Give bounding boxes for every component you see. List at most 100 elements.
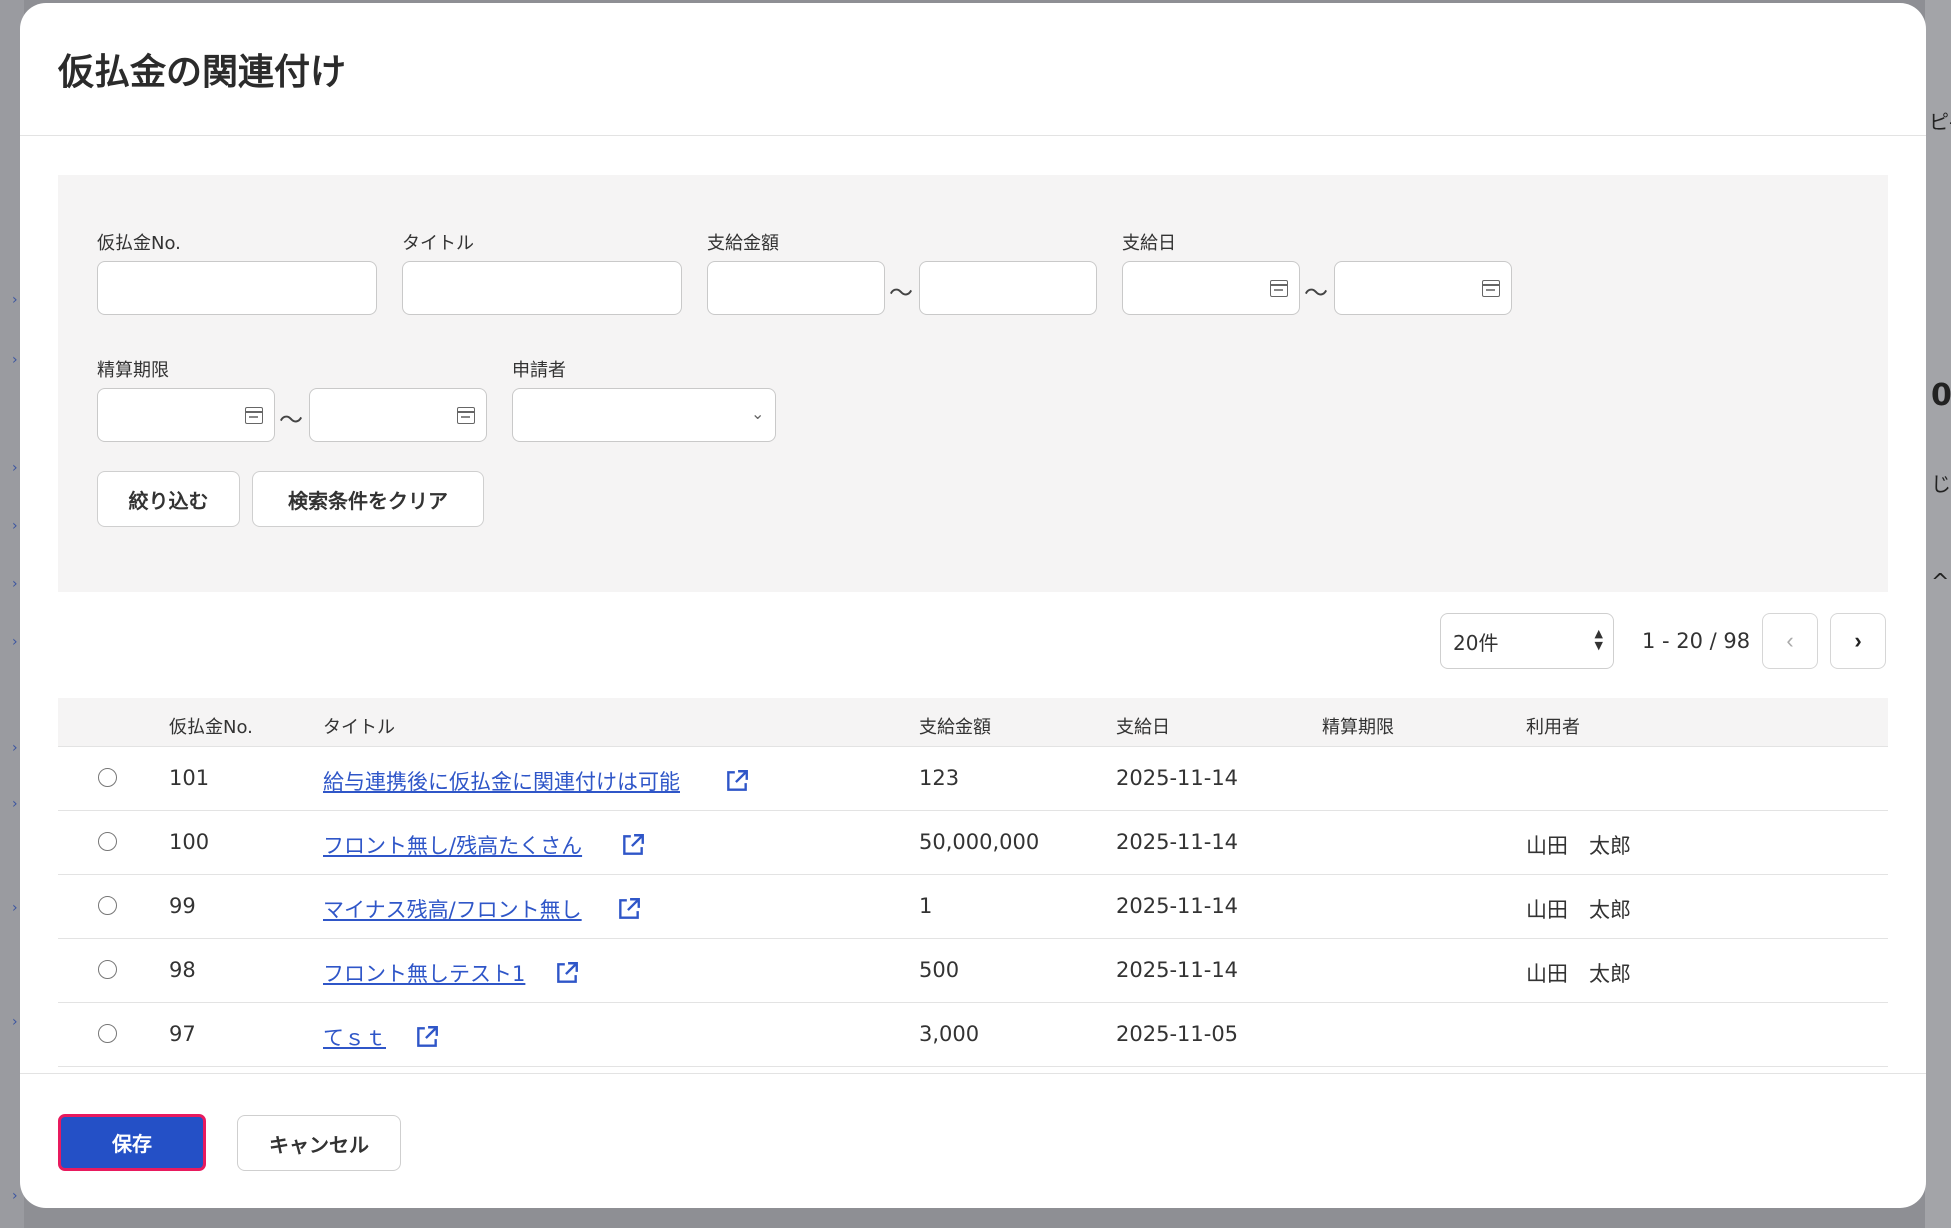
row-amount: 50,000,000: [919, 830, 1040, 854]
chevron-left-icon: ‹: [1786, 628, 1794, 653]
filter-button[interactable]: 絞り込む: [97, 471, 240, 527]
column-header-amount: 支給金額: [919, 717, 991, 738]
chevron-right-icon: ›: [1854, 628, 1862, 653]
background-chevron-icon: ›: [12, 460, 18, 476]
row-date: 2025-11-14: [1116, 958, 1239, 982]
link-advance-payment-dialog: 仮払金の関連付け 仮払金No. タイトル 支給金額 〜 支給日 〜 精算期限 〜…: [20, 3, 1926, 1208]
row-amount: 1: [919, 894, 933, 918]
background-text: じ: [1931, 472, 1951, 496]
amount-filter-label: 支給金額: [707, 233, 779, 254]
background-chevron-icon: ›: [12, 576, 18, 592]
background-text: ピ-: [1929, 110, 1951, 134]
applicant-filter-label: 申請者: [512, 360, 566, 381]
amount-from-input[interactable]: [707, 261, 885, 315]
calendar-icon[interactable]: [1482, 280, 1500, 297]
deadline-filter-label: 精算期限: [97, 360, 169, 381]
row-title-link[interactable]: 給与連携後に仮払金に関連付けは可能: [323, 766, 680, 796]
table-row[interactable]: 101 給与連携後に仮払金に関連付けは可能 123 2025-11-14: [58, 747, 1888, 811]
row-user: 山田 太郎: [1526, 962, 1631, 986]
row-amount: 123: [919, 766, 960, 790]
row-no: 97: [169, 1022, 196, 1046]
row-no: 99: [169, 894, 196, 918]
background-chevron-icon: ›: [12, 292, 18, 308]
background-chevron-icon: ›: [12, 796, 18, 812]
table-row[interactable]: 100 フロント無し/残高たくさん 50,000,000 2025-11-14 …: [58, 811, 1888, 875]
title-filter-label: タイトル: [402, 233, 474, 254]
column-header-deadline: 精算期限: [1322, 717, 1394, 738]
row-date: 2025-11-05: [1116, 1022, 1239, 1046]
background-chevron-icon: ›: [12, 1188, 18, 1204]
row-date: 2025-11-14: [1116, 830, 1239, 854]
per-page-value: 20件: [1453, 630, 1499, 655]
dialog-title: 仮払金の関連付け: [58, 52, 347, 93]
external-link-icon[interactable]: [724, 768, 750, 794]
range-separator: 〜: [889, 279, 913, 307]
row-title-text[interactable]: フロント無し/残高たくさん: [323, 834, 582, 858]
row-date: 2025-11-14: [1116, 766, 1239, 790]
range-separator: 〜: [1304, 279, 1328, 307]
background-caret-up-icon: ^: [1931, 570, 1950, 595]
chevron-down-icon: ⌄: [751, 404, 765, 423]
table-row[interactable]: 97 てｓｔ 3,000 2025-11-05: [58, 1003, 1888, 1067]
footer-divider: [20, 1073, 1926, 1074]
row-radio[interactable]: [98, 768, 117, 787]
row-title-text[interactable]: マイナス残高/フロント無し: [323, 898, 582, 922]
select-arrows-icon: ▲ ▼: [1594, 627, 1603, 652]
row-radio[interactable]: [98, 832, 117, 851]
row-title-text[interactable]: 給与連携後に仮払金に関連付けは可能: [323, 770, 680, 794]
row-title-text[interactable]: てｓｔ: [323, 1026, 386, 1050]
calendar-icon[interactable]: [1270, 280, 1288, 297]
save-button[interactable]: 保存: [58, 1114, 206, 1171]
calendar-icon[interactable]: [457, 407, 475, 424]
row-date: 2025-11-14: [1116, 894, 1239, 918]
row-radio[interactable]: [98, 896, 117, 915]
table-row[interactable]: 99 マイナス残高/フロント無し 1 2025-11-14 山田 太郎: [58, 875, 1888, 939]
external-link-icon[interactable]: [554, 960, 580, 986]
background-chevron-icon: ›: [12, 352, 18, 368]
row-title-link[interactable]: フロント無しテスト1: [323, 958, 525, 988]
date-filter-label: 支給日: [1122, 233, 1176, 254]
amount-to-input[interactable]: [919, 261, 1097, 315]
row-user: 山田 太郎: [1526, 898, 1631, 922]
column-header-user: 利用者: [1526, 717, 1580, 738]
range-separator: 〜: [279, 406, 303, 434]
header-divider: [20, 135, 1926, 136]
row-title-link[interactable]: フロント無し/残高たくさん: [323, 830, 582, 860]
prev-page-button[interactable]: ‹: [1762, 613, 1818, 669]
row-user: 山田 太郎: [1526, 834, 1631, 858]
per-page-select[interactable]: 20件 ▲ ▼: [1440, 613, 1614, 669]
pagination-range: 1 - 20 / 98: [1642, 629, 1751, 653]
external-link-icon[interactable]: [620, 832, 646, 858]
background-chevron-icon: ›: [12, 740, 18, 756]
title-filter-input[interactable]: [402, 261, 682, 315]
row-no: 98: [169, 958, 196, 982]
column-header-date: 支給日: [1116, 717, 1170, 738]
cancel-button[interactable]: キャンセル: [237, 1115, 401, 1171]
table-row[interactable]: 98 フロント無しテスト1 500 2025-11-14 山田 太郎: [58, 939, 1888, 1003]
row-title-link[interactable]: マイナス残高/フロント無し: [323, 894, 582, 924]
table-header: 仮払金No. タイトル 支給金額 支給日 精算期限 利用者: [58, 698, 1888, 747]
next-page-button[interactable]: ›: [1830, 613, 1886, 669]
row-radio[interactable]: [98, 1024, 117, 1043]
background-chevron-icon: ›: [12, 900, 18, 916]
row-no: 100: [169, 830, 210, 854]
background-chevron-icon: ›: [12, 1014, 18, 1030]
row-title-text[interactable]: フロント無しテスト1: [323, 962, 525, 986]
no-filter-input[interactable]: [97, 261, 377, 315]
row-radio[interactable]: [98, 960, 117, 979]
column-header-title: タイトル: [323, 717, 395, 738]
background-chevron-icon: ›: [12, 518, 18, 534]
row-no: 101: [169, 766, 210, 790]
applicant-select[interactable]: [512, 388, 776, 442]
background-chevron-icon: ›: [12, 634, 18, 650]
no-filter-label: 仮払金No.: [97, 233, 181, 254]
background-text: 0: [1931, 378, 1951, 413]
column-header-no: 仮払金No.: [169, 717, 253, 738]
external-link-icon[interactable]: [414, 1024, 440, 1050]
clear-filters-button[interactable]: 検索条件をクリア: [252, 471, 484, 527]
filter-panel: 仮払金No. タイトル 支給金額 〜 支給日 〜 精算期限 〜 申請者 ⌄ 絞り…: [58, 175, 1888, 592]
external-link-icon[interactable]: [616, 896, 642, 922]
background-content: ピ- 0 じ ^: [1925, 0, 1951, 1228]
calendar-icon[interactable]: [245, 407, 263, 424]
row-title-link[interactable]: てｓｔ: [323, 1022, 386, 1052]
